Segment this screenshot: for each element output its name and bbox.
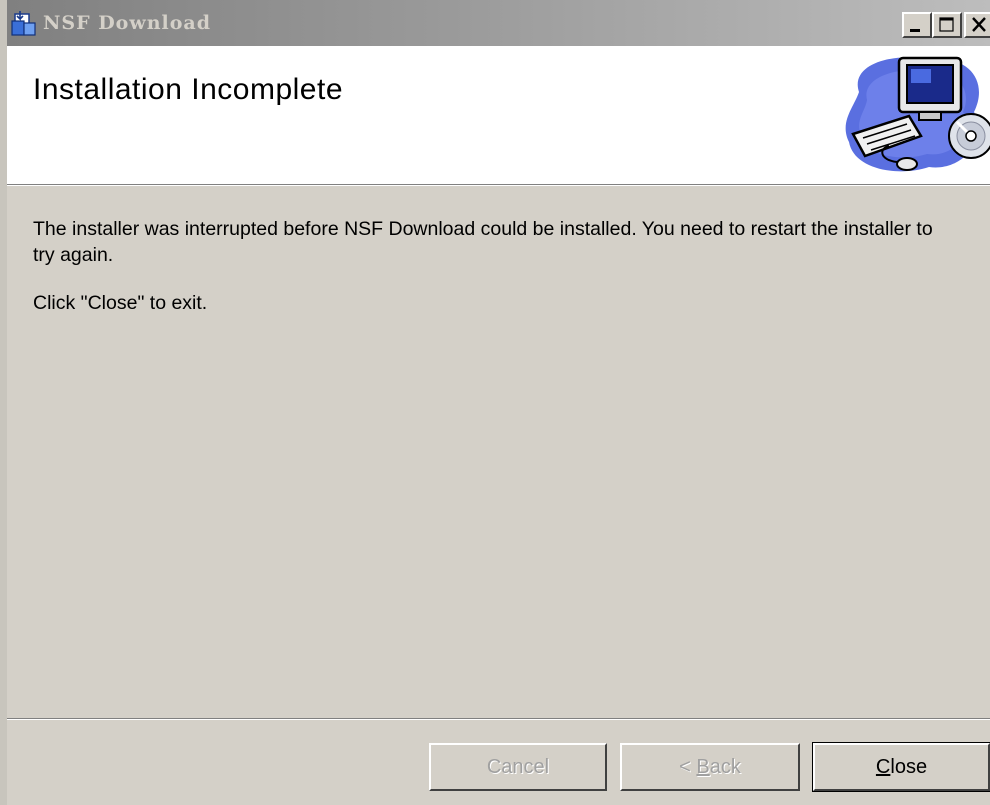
close-button[interactable]: Close: [812, 742, 990, 792]
message-area: The installer was interrupted before NSF…: [33, 216, 943, 338]
installer-app-icon: [11, 11, 36, 36]
computer-with-cd-icon: [845, 56, 990, 172]
header-banner: Installation Incomplete: [7, 46, 990, 184]
exit-instruction: Click "Close" to exit.: [33, 292, 208, 314]
page-title: Installation Incomplete: [33, 73, 344, 106]
back-button-accel: B: [696, 756, 710, 778]
close-window-button[interactable]: [964, 12, 990, 38]
close-button-accel: C: [875, 756, 891, 778]
close-icon: [972, 17, 986, 32]
footer-divider: [7, 718, 990, 720]
minimize-button[interactable]: [902, 12, 932, 38]
close-button-rest: lose: [890, 756, 928, 778]
back-button-prefix: <: [679, 756, 697, 778]
maximize-button[interactable]: [932, 12, 962, 38]
back-button-rest: ack: [709, 756, 741, 778]
title-bar[interactable]: NSF Download: [7, 0, 990, 46]
back-button[interactable]: < Back: [620, 743, 800, 791]
cancel-button-label: Cancel: [486, 756, 550, 778]
banner-divider: [7, 184, 990, 186]
maximize-icon: [939, 17, 954, 32]
error-message: The installer was interrupted before NSF…: [33, 218, 933, 266]
installer-window: NSF Download Installation Incomplete The…: [0, 0, 990, 805]
cancel-button[interactable]: Cancel: [429, 743, 607, 791]
window-title: NSF Download: [43, 12, 211, 34]
minimize-icon: [910, 29, 920, 32]
